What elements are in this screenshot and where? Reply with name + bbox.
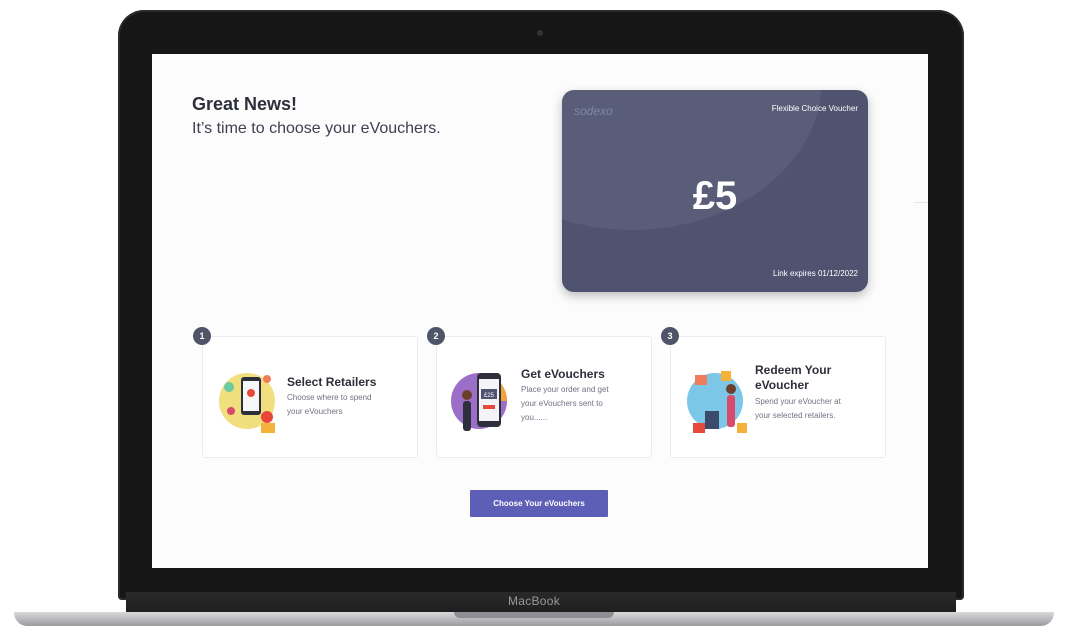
step-title: Select Retailers xyxy=(287,375,377,389)
step-description-line: your selected retailers. xyxy=(755,411,836,420)
voucher-amount: £5 xyxy=(692,174,738,218)
step-title: Get eVouchers xyxy=(521,367,605,381)
step-description-line: Choose where to spend xyxy=(287,393,372,402)
step-description-line: Spend your eVoucher at xyxy=(755,397,841,406)
step-title: Redeem Your eVoucher xyxy=(755,363,831,393)
step-title-line: Redeem Your xyxy=(755,363,832,377)
step-title-line: eVoucher xyxy=(755,378,809,392)
divider xyxy=(914,202,928,203)
voucher-expiry: Link expires 01/12/2022 xyxy=(773,269,858,278)
step-description-line: you...... xyxy=(521,413,548,422)
step-description: Place your order and get your eVouchers … xyxy=(521,383,641,425)
voucher-card: sodexo Flexible Choice Voucher £5 Link e… xyxy=(562,90,868,292)
step-number-badge: 3 xyxy=(661,327,679,345)
step-description-line: your eVouchers sent to xyxy=(521,399,603,408)
step-description: Spend your eVoucher at your selected ret… xyxy=(755,395,875,423)
laptop-brand-label: MacBook xyxy=(507,594,561,608)
step-description: Choose where to spend your eVouchers xyxy=(287,391,407,419)
laptop-base-notch xyxy=(454,612,614,618)
step-card-select-retailers: 1 Select Retailers Choose where to spend… xyxy=(193,327,418,458)
choose-evouchers-button[interactable]: Choose Your eVouchers xyxy=(470,490,608,517)
camera-dot xyxy=(537,30,543,36)
laptop-screen: Great News! It’s time to choose your eVo… xyxy=(152,54,928,568)
page-headline: Great News! xyxy=(192,94,298,114)
step-card-get-evouchers: 2 £25 Get eVouchers Place your order and… xyxy=(427,327,652,458)
step-description-line: Place your order and get xyxy=(521,385,609,394)
page-subline: It’s time to choose your eVouchers. xyxy=(192,120,441,137)
step-description-line: your eVouchers xyxy=(287,407,343,416)
phone-voucher-illustration: £25 xyxy=(451,373,507,431)
step-card-redeem-evoucher: 3 Redeem Your eVoucher Spend your eVouch… xyxy=(661,327,886,458)
voucher-type: Flexible Choice Voucher xyxy=(771,104,858,113)
retailers-illustration xyxy=(219,373,275,433)
step-number-badge: 2 xyxy=(427,327,445,345)
voucher-brand-logo: sodexo xyxy=(574,104,613,118)
redeem-illustration xyxy=(687,371,747,433)
step-number-badge: 1 xyxy=(193,327,211,345)
phone-voucher-amount: £25 xyxy=(484,393,495,399)
